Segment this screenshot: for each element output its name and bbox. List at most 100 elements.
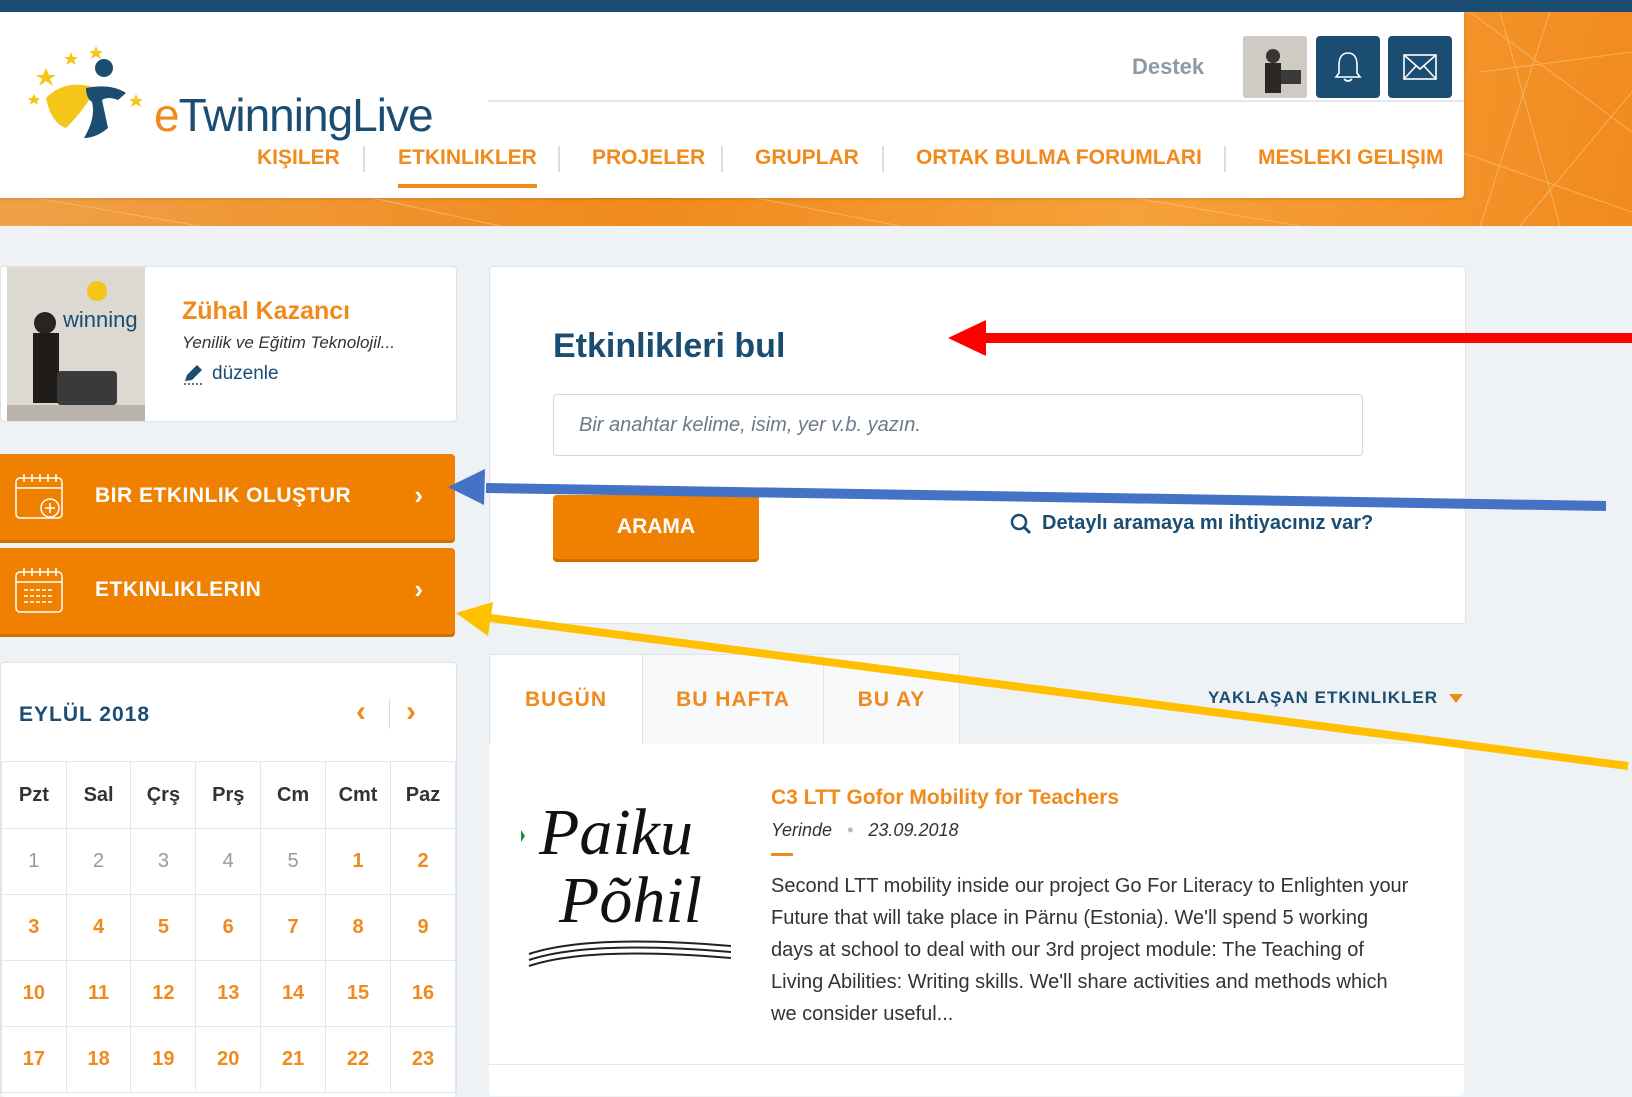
calendar-day[interactable]: 22 — [324, 1026, 392, 1093]
chevron-right-icon: › — [414, 480, 423, 510]
support-link[interactable]: Destek — [1132, 54, 1204, 80]
calendar-grid: Pzt Sal Çrş Prş Cm Cmt Paz 1 2 3 4 5 1 2… — [1, 761, 456, 1093]
calendar-day[interactable]: 7 — [260, 894, 326, 961]
nav-mesleki-gelisim[interactable]: MESLEKI GELIŞIM — [1258, 146, 1444, 170]
nav-etkinlikler[interactable]: ETKINLIKLER — [398, 146, 537, 188]
notifications-button[interactable] — [1316, 36, 1380, 98]
tab-this-month[interactable]: BU AY — [823, 654, 960, 744]
nav-separator — [721, 146, 723, 172]
search-title: Etkinlikleri bul — [553, 327, 786, 365]
profile-edit-link[interactable]: düzenle — [182, 363, 279, 385]
profile-photo[interactable]: winning — [7, 267, 145, 421]
nav-gruplar[interactable]: GRUPLAR — [755, 146, 859, 170]
calendar-day[interactable]: 13 — [195, 960, 262, 1027]
calendar-day[interactable]: 12 — [130, 960, 197, 1027]
event-date: 23.09.2018 — [868, 820, 959, 840]
calendar-week-row: 10 11 12 13 14 15 16 — [1, 960, 456, 1027]
calendar-day[interactable]: 3 — [130, 828, 197, 895]
search-button[interactable]: ARAMA — [553, 495, 759, 559]
profile-name[interactable]: Zühal Kazancı — [182, 297, 350, 326]
calendar-day[interactable]: 16 — [390, 960, 456, 1027]
calendar-day[interactable]: 14 — [260, 960, 326, 1027]
top-band — [0, 0, 1632, 12]
calendar-day[interactable]: 9 — [390, 894, 456, 961]
profile-card: winning Zühal Kazancı Yenilik ve Eğitim … — [0, 266, 457, 422]
nav-separator — [1224, 146, 1226, 172]
nav-kisiler[interactable]: KIŞILER — [257, 146, 340, 170]
thumbnail-text: Põhil — [558, 864, 702, 937]
event-description: Second LTT mobility inside our project G… — [771, 875, 1409, 1025]
calendar-day[interactable]: 15 — [324, 960, 392, 1027]
calendar-day[interactable]: 2 — [390, 828, 456, 895]
advanced-search-label: Detaylı aramaya mı ihtiyacınız var? — [1042, 512, 1374, 534]
calendar-day[interactable]: 10 — [1, 960, 67, 1027]
bell-icon — [1334, 52, 1362, 82]
event-thumbnail-image: Paiku Põhil — [519, 784, 732, 984]
messages-button[interactable] — [1388, 36, 1452, 98]
etwinning-logo[interactable]: eTwinningLive — [26, 38, 466, 158]
calendar-next-button[interactable]: › — [406, 695, 416, 729]
calendar-widget: EYLÜL 2018 ‹ › Pzt Sal Çrş Prş Cm Cmt Pa… — [0, 662, 457, 1097]
calendar-day[interactable]: 1 — [1, 828, 67, 895]
advanced-search-link[interactable]: Detaylı aramaya mı ihtiyacınız var? — [1010, 512, 1373, 535]
event-meta: Yerinde • 23.09.2018 — [771, 820, 959, 841]
nav-ortak-bulma-forumlari[interactable]: ORTAK BULMA FORUMLARI — [916, 146, 1202, 170]
logo-text: eTwinningLive — [154, 89, 434, 141]
calendar-day[interactable]: 5 — [260, 828, 326, 895]
calendar-day[interactable]: 5 — [130, 894, 197, 961]
calendar-day[interactable]: 19 — [130, 1026, 197, 1093]
calendar-header-row: Pzt Sal Çrş Prş Cm Cmt Paz — [1, 761, 456, 829]
thumbnail-text: Paiku — [538, 796, 693, 869]
my-events-button[interactable]: ETKINLIKLERIN › — [0, 548, 455, 634]
nav-separator — [363, 146, 365, 172]
meta-separator: • — [847, 820, 854, 840]
profile-edit-label: düzenle — [212, 363, 279, 384]
avatar-photo-icon — [1243, 36, 1307, 98]
calendar-day[interactable]: 4 — [195, 828, 262, 895]
caret-down-icon — [1449, 694, 1463, 703]
calendar-week-row: 1 2 3 4 5 1 2 — [1, 828, 456, 895]
tab-this-week[interactable]: BU HAFTA — [642, 654, 824, 744]
pencil-icon — [184, 365, 204, 385]
calendar-icon — [15, 568, 63, 613]
calendar-day[interactable]: 17 — [1, 1026, 67, 1093]
calendar-prev-button[interactable]: ‹ — [356, 695, 366, 729]
event-search-card: Etkinlikleri bul ARAMA Detaylı aramaya m… — [489, 266, 1466, 624]
chevron-right-icon: › — [414, 574, 423, 604]
profile-role: Yenilik ve Eğitim Teknolojil... — [182, 333, 395, 352]
tab-today[interactable]: BUGÜN — [489, 654, 643, 744]
weekday-label: Cm — [260, 761, 326, 829]
calendar-day[interactable]: 2 — [65, 828, 132, 895]
calendar-day[interactable]: 8 — [324, 894, 392, 961]
upcoming-events-dropdown[interactable]: YAKLAŞAN ETKINLIKLER — [1208, 688, 1464, 708]
weekday-label: Prş — [195, 761, 262, 829]
event-location: Yerinde — [771, 820, 833, 840]
calendar-day[interactable]: 4 — [65, 894, 132, 961]
nav-projeler[interactable]: PROJELER — [592, 146, 705, 170]
calendar-day[interactable]: 23 — [390, 1026, 456, 1093]
calendar-day[interactable]: 20 — [195, 1026, 262, 1093]
calendar-day[interactable]: 11 — [65, 960, 132, 1027]
events-list-card: BUGÜN BU HAFTA BU AY YAKLAŞAN ETKINLIKLE… — [489, 654, 1464, 1096]
event-title[interactable]: C3 LTT Gofor Mobility for Teachers — [771, 786, 1119, 810]
calendar-nav-divider — [389, 699, 390, 729]
calendar-day[interactable]: 21 — [260, 1026, 326, 1093]
user-avatar[interactable] — [1243, 36, 1307, 98]
photo-caption: winning — [62, 307, 138, 332]
profile-photo-image: winning — [7, 267, 145, 421]
nav-separator — [882, 146, 884, 172]
search-icon — [1010, 513, 1032, 534]
upcoming-events-label: YAKLAŞAN ETKINLIKLER — [1208, 688, 1438, 707]
event-thumbnail[interactable]: Paiku Põhil — [519, 784, 732, 984]
tabs-bar: BUGÜN BU HAFTA BU AY YAKLAŞAN ETKINLIKLE… — [489, 654, 1464, 744]
calendar-day[interactable]: 1 — [324, 828, 392, 895]
header-divider — [488, 100, 1464, 102]
calendar-week-row: 3 4 5 6 7 8 9 — [1, 894, 456, 961]
calendar-day[interactable]: 6 — [195, 894, 262, 961]
calendar-day[interactable]: 18 — [65, 1026, 132, 1093]
create-event-button[interactable]: BIR ETKINLIK OLUŞTUR › — [0, 454, 455, 540]
weekday-label: Cmt — [324, 761, 392, 829]
logo-figure-icon — [28, 46, 143, 138]
calendar-day[interactable]: 3 — [1, 894, 67, 961]
search-input[interactable] — [553, 394, 1363, 456]
